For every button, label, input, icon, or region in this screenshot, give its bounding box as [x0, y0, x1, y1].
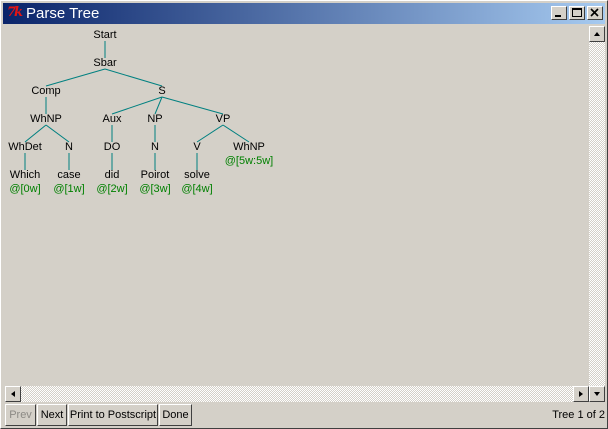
tree-edge-vp-whnp2: [222, 124, 250, 143]
tree-node-v[interactable]: V: [193, 141, 201, 153]
tree-node-comp[interactable]: Comp: [31, 85, 60, 97]
minimize-icon: [555, 15, 561, 17]
tree-node-pos4[interactable]: @[4w]: [181, 183, 212, 195]
done-button[interactable]: Done: [159, 404, 192, 426]
minimize-button[interactable]: [551, 6, 567, 20]
tree-canvas[interactable]: Start Sbar Comp S WhNP Aux NP VP WhDet N DO N V WhNP W…: [5, 26, 589, 386]
scroll-right-button[interactable]: [573, 386, 589, 402]
tree-node-sbar[interactable]: Sbar: [93, 57, 117, 69]
tree-node-case[interactable]: case: [57, 169, 80, 181]
scroll-up-button[interactable]: [589, 26, 605, 42]
tree-edge-sbar-s: [104, 68, 163, 87]
tree-node-n2[interactable]: N: [151, 141, 159, 153]
maximize-icon: [572, 8, 582, 17]
tree-node-vp[interactable]: VP: [216, 113, 231, 125]
tree-edge-whnp1-whdet: [24, 124, 47, 143]
tree-node-pos1[interactable]: @[1w]: [53, 183, 84, 195]
arrow-down-icon: [594, 392, 600, 396]
close-button[interactable]: [587, 6, 603, 20]
tree-node-did[interactable]: did: [105, 169, 120, 181]
close-icon: [590, 8, 599, 17]
tree-edge-vp-v: [196, 124, 224, 143]
tree-edge-sbar-comp: [45, 68, 106, 87]
maximize-button[interactable]: [569, 6, 585, 20]
tree-edge-whnp1-n1: [45, 124, 70, 143]
button-bar: Prev Next Print to Postscript Done Tree …: [5, 404, 605, 426]
tree-node-whnp2[interactable]: WhNP: [233, 141, 265, 153]
tree-node-s[interactable]: S: [158, 85, 165, 97]
tree-node-pos0[interactable]: @[0w]: [9, 183, 40, 195]
tree-node-do[interactable]: DO: [104, 141, 121, 153]
tree-node-which[interactable]: Which: [10, 169, 41, 181]
tree-edge-s-aux: [111, 96, 163, 115]
arrow-right-icon: [579, 391, 583, 397]
scroll-left-button[interactable]: [5, 386, 21, 402]
tree-node-pos3[interactable]: @[3w]: [139, 183, 170, 195]
print-to-postscript-button[interactable]: Print to Postscript: [68, 404, 158, 426]
tree-edge-s-vp: [161, 96, 224, 115]
prev-button[interactable]: Prev: [5, 404, 36, 426]
parse-tree-window: 7k Parse Tree Start Sbar Comp S WhNP Aux NP VP W…: [0, 0, 608, 429]
tree-node-n1[interactable]: N: [65, 141, 73, 153]
scroll-down-button[interactable]: [589, 386, 605, 402]
tree-node-pos2[interactable]: @[2w]: [96, 183, 127, 195]
vertical-scrollbar[interactable]: [589, 26, 605, 402]
tree-node-aux[interactable]: Aux: [103, 113, 122, 125]
arrow-up-icon: [594, 32, 600, 36]
tree-counter: Tree 1 of 2: [552, 409, 605, 421]
tree-node-np[interactable]: NP: [147, 113, 162, 125]
window-title: Parse Tree: [26, 5, 100, 22]
horizontal-scrollbar[interactable]: [5, 386, 589, 402]
tree-node-pos5[interactable]: @[5w:5w]: [225, 155, 273, 167]
parse-tree-diagram: Start Sbar Comp S WhNP Aux NP VP WhDet N DO N V WhNP W…: [8, 29, 273, 195]
title-bar[interactable]: 7k Parse Tree: [3, 3, 605, 24]
tree-node-solve[interactable]: solve: [184, 169, 210, 181]
tree-node-whdet[interactable]: WhDet: [8, 141, 42, 153]
tree-node-start[interactable]: Start: [93, 29, 116, 41]
tree-node-whnp1[interactable]: WhNP: [30, 113, 62, 125]
arrow-left-icon: [11, 391, 15, 397]
tk-logo-icon: 7k: [7, 4, 23, 20]
tree-node-poirot[interactable]: Poirot: [141, 169, 170, 181]
next-button[interactable]: Next: [37, 404, 67, 426]
